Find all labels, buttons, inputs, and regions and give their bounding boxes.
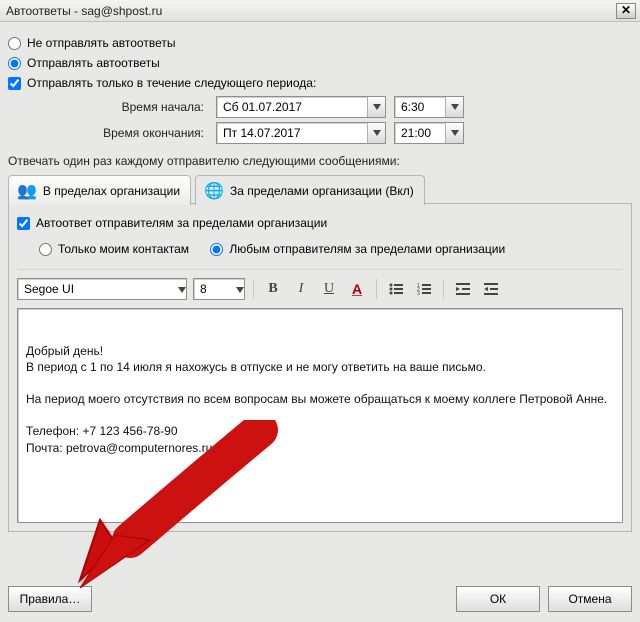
tab-inside-label: В пределах организации	[43, 184, 180, 198]
start-time-value: 6:30	[401, 100, 424, 114]
period-checkbox-row[interactable]: Отправлять только в течение следующего п…	[8, 76, 632, 90]
radio-any-senders[interactable]: Любым отправителям за пределами организа…	[210, 242, 505, 256]
toolbar-separator	[443, 279, 444, 299]
start-date-value: Сб 01.07.2017	[223, 100, 302, 114]
message-editor[interactable]: Добрый день! В период с 1 по 14 июля я н…	[17, 308, 623, 523]
people-icon: 👥	[17, 181, 37, 201]
tab-outside-label: За пределами организации (Вкл)	[230, 184, 414, 198]
start-time-row: Время начала: Сб 01.07.2017 6:30	[88, 96, 632, 118]
outside-radio-group: Только моим контактам Любым отправителям…	[39, 236, 623, 259]
bold-button[interactable]: B	[262, 278, 284, 300]
font-select[interactable]: Segoe UI	[17, 278, 187, 300]
toolbar-separator	[376, 279, 377, 299]
size-select[interactable]: 8	[193, 278, 245, 300]
end-time-row: Время окончания: Пт 14.07.2017 21:00	[88, 122, 632, 144]
italic-button[interactable]: I	[290, 278, 312, 300]
outside-autoreply-label: Автоответ отправителям за пределами орга…	[36, 216, 327, 230]
font-color-button[interactable]: A	[346, 278, 368, 300]
end-time-value: 21:00	[401, 126, 431, 140]
end-time-dropdown[interactable]: 21:00	[394, 122, 464, 144]
button-bar: Правила… ОК Отмена	[8, 586, 632, 612]
radio-any-senders-label: Любым отправителям за пределами организа…	[229, 242, 505, 256]
numbered-list-button[interactable]: 123	[413, 278, 435, 300]
radio-only-contacts-label: Только моим контактам	[58, 242, 189, 256]
radio-no-send-input[interactable]	[8, 37, 21, 50]
dialog-body: Не отправлять автоответы Отправлять авто…	[0, 22, 640, 540]
radio-no-send[interactable]: Не отправлять автоответы	[8, 36, 632, 50]
svg-text:3: 3	[417, 291, 420, 295]
radio-any-senders-input[interactable]	[210, 243, 223, 256]
close-icon[interactable]: ✕	[616, 3, 636, 19]
chevron-down-icon	[178, 282, 186, 296]
chevron-down-icon	[445, 97, 463, 117]
start-time-dropdown[interactable]: 6:30	[394, 96, 464, 118]
chevron-down-icon	[445, 123, 463, 143]
size-value: 8	[200, 282, 207, 296]
outside-autoreply-checkbox[interactable]	[17, 217, 30, 230]
radio-send-input[interactable]	[8, 57, 21, 70]
message-text: Добрый день! В период с 1 по 14 июля я н…	[26, 343, 614, 456]
outdent-button[interactable]	[452, 278, 474, 300]
tabs: 👥 В пределах организации 🌐 За пределами …	[8, 174, 632, 204]
end-date-dropdown[interactable]: Пт 14.07.2017	[216, 122, 386, 144]
cancel-button[interactable]: Отмена	[548, 586, 632, 612]
reply-once-label: Отвечать один раз каждому отправителю сл…	[8, 154, 632, 168]
underline-button[interactable]: U	[318, 278, 340, 300]
font-value: Segoe UI	[24, 282, 74, 296]
radio-only-contacts[interactable]: Только моим контактам	[39, 242, 189, 256]
ok-button[interactable]: ОК	[456, 586, 540, 612]
radio-no-send-label: Не отправлять автоответы	[27, 36, 175, 50]
toolbar-separator	[253, 279, 254, 299]
editor-toolbar: Segoe UI 8 B I U A 123	[17, 269, 623, 300]
end-date-value: Пт 14.07.2017	[223, 126, 301, 140]
tab-body-outside: Автоответ отправителям за пределами орга…	[8, 203, 632, 532]
period-checkbox-label: Отправлять только в течение следующего п…	[27, 76, 316, 90]
start-date-dropdown[interactable]: Сб 01.07.2017	[216, 96, 386, 118]
indent-button[interactable]	[480, 278, 502, 300]
chevron-down-icon	[236, 282, 244, 296]
globe-icon: 🌐	[204, 181, 224, 201]
radio-send[interactable]: Отправлять автоответы	[8, 56, 632, 70]
radio-only-contacts-input[interactable]	[39, 243, 52, 256]
period-block: Отправлять только в течение следующего п…	[8, 76, 632, 144]
rules-button[interactable]: Правила…	[8, 586, 92, 612]
period-checkbox[interactable]	[8, 77, 21, 90]
end-label: Время окончания:	[88, 126, 208, 140]
bullet-list-button[interactable]	[385, 278, 407, 300]
tab-inside-org[interactable]: 👥 В пределах организации	[8, 175, 191, 205]
chevron-down-icon	[367, 123, 385, 143]
tab-outside-org[interactable]: 🌐 За пределами организации (Вкл)	[195, 175, 425, 205]
outside-autoreply-checkbox-row[interactable]: Автоответ отправителям за пределами орга…	[17, 216, 623, 230]
titlebar: Автоответы - sag@shpost.ru ✕	[0, 0, 640, 22]
start-label: Время начала:	[88, 100, 208, 114]
chevron-down-icon	[367, 97, 385, 117]
radio-send-label: Отправлять автоответы	[27, 56, 160, 70]
window-title: Автоответы - sag@shpost.ru	[6, 4, 162, 18]
